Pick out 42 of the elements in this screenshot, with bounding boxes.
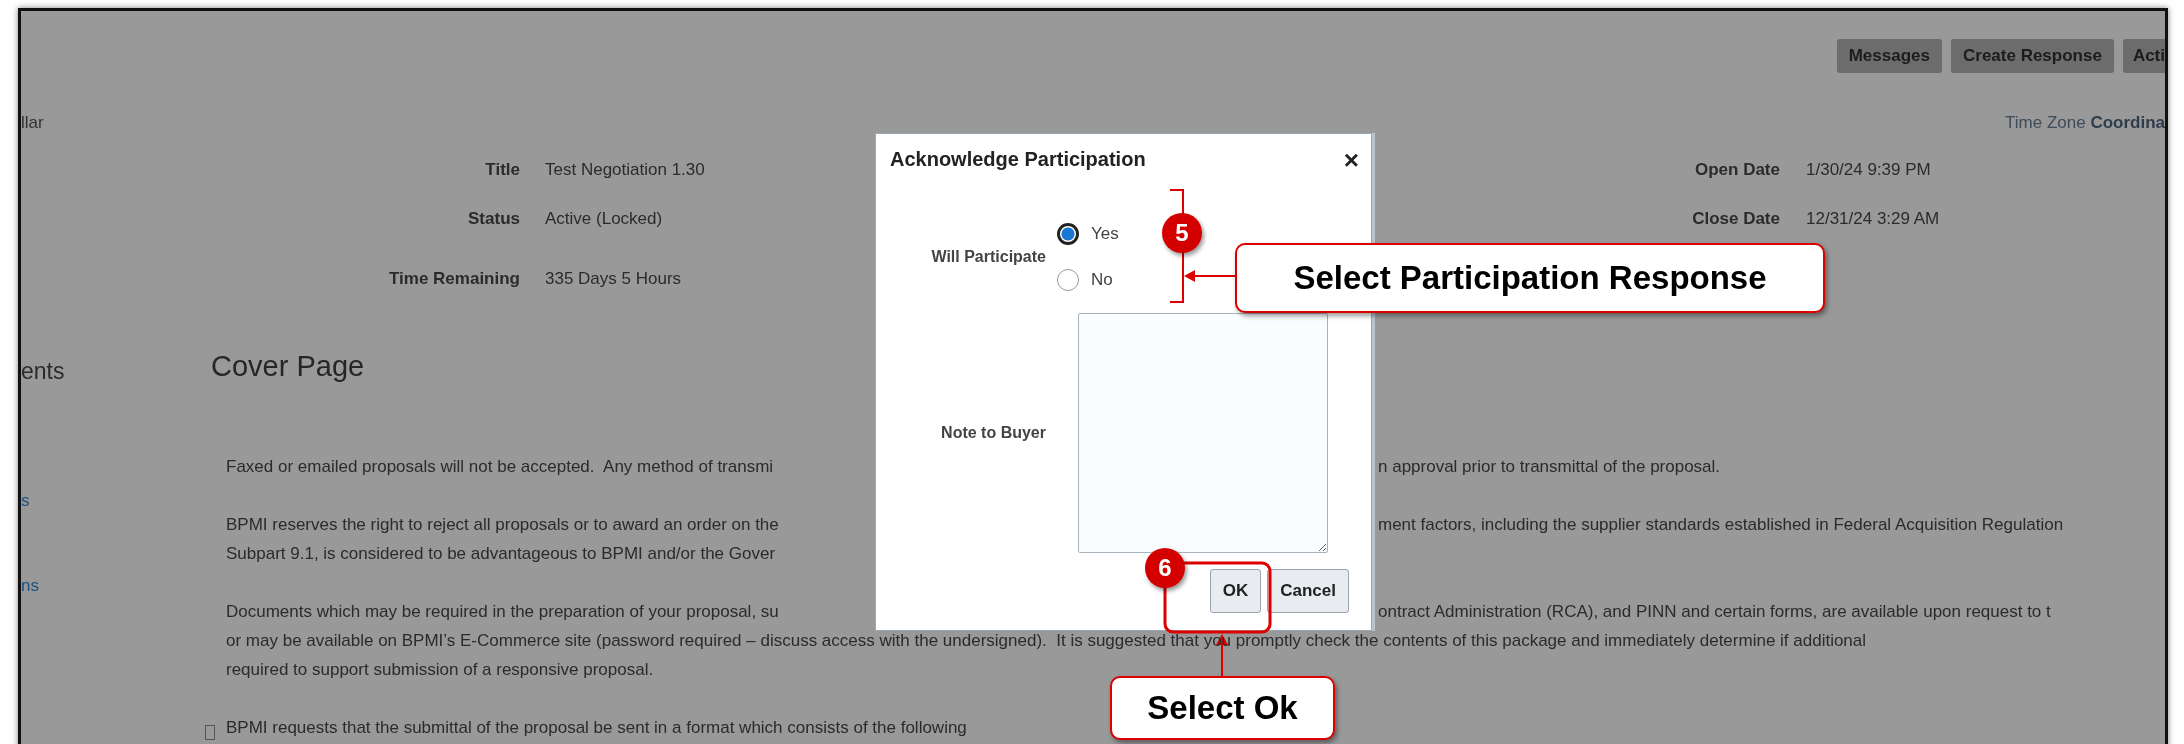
paragraph-text: Faxed or emailed proposals will not be accepted. Any method of transmi (226, 456, 775, 478)
header-button[interactable]: Messages (1836, 39, 1942, 73)
field-value: Test Negotiation 1.30 (545, 159, 705, 180)
field-value: 12/31/24 3:29 AM (1806, 208, 1940, 229)
radio-label: Yes (1091, 224, 1119, 244)
sidebar-heading: ents (21, 358, 65, 385)
paragraph-text: Subpart 9.1, is considered to be advantageous to BPMI and/or the Gover (226, 544, 776, 563)
field-value: 1/30/24 9:39 PM (1806, 159, 1931, 180)
sidebar-text: llar (21, 113, 44, 133)
paragraph-text: BPMI requests that the submittal of the proposal be sent in a format which consists of the following (226, 718, 967, 737)
paragraph-text: ment factors, including the supplier standards established in Federal Acquisition Regulation (1378, 514, 2065, 536)
sidebar-link[interactable]: ns (21, 576, 39, 596)
header-button[interactable]: Create Response (1951, 39, 2114, 73)
callout: Select Ok (1110, 676, 1335, 740)
callout: Select Participation Response (1235, 243, 1825, 313)
field-label: Will Participate (930, 248, 1046, 266)
field-label: Time Remaining (389, 268, 520, 289)
close-button[interactable]: × (1343, 148, 1359, 171)
sidebar-link[interactable]: s (21, 491, 30, 511)
paragraph-text: n approval prior to transmittal of the proposal. (1378, 456, 1722, 478)
radio-button[interactable] (1057, 223, 1079, 245)
dialog-button[interactable]: OK (1209, 569, 1262, 613)
note-field[interactable] (1078, 313, 1328, 553)
field-label: Note to Buyer (940, 424, 1046, 442)
dialog-button[interactable]: Cancel (1267, 569, 1349, 613)
dialog-title: Acknowledge Participation (890, 148, 1146, 171)
radio-label: No (1091, 270, 1113, 290)
header-button[interactable]: Acti (2122, 39, 2165, 73)
radio-button[interactable] (1057, 269, 1079, 291)
field-label: Close Date (1692, 208, 1780, 229)
section-title: Cover Page (211, 350, 366, 383)
field-value: Active (Locked) (545, 208, 663, 229)
time-zone-text: Time Zone Coordina (2005, 113, 2165, 133)
field-label: Title (485, 159, 520, 180)
paragraph-text: required to support submission of a responsive proposal. (226, 660, 654, 679)
arrow (1184, 270, 1236, 282)
paragraph-text: Documents which may be required in the preparation of your proposal, su (226, 601, 780, 623)
paragraph-text: BPMI reserves the right to reject all proposals or to award an order on the (226, 514, 780, 536)
field-label: Open Date (1694, 159, 1780, 180)
field-label: Status (468, 208, 520, 229)
paragraph-text: ontract Administration (RCA), and PINN and certain forms, are available upon request to t (1378, 601, 2052, 623)
field-value: 335 Days 5 Hours (545, 268, 682, 289)
